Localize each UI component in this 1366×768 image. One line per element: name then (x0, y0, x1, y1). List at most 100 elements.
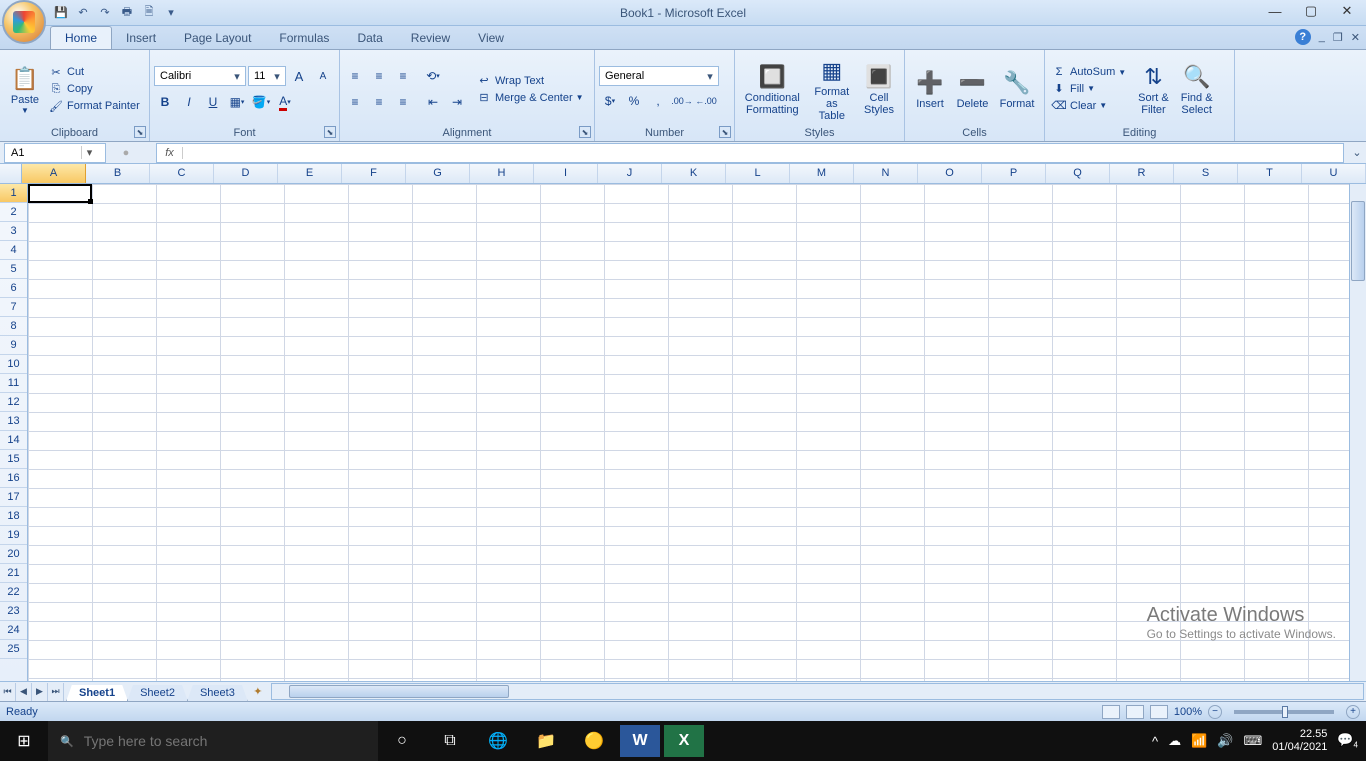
row-header-19[interactable]: 19 (0, 526, 27, 545)
fill-button[interactable]: ⬇Fill ▼ (1049, 81, 1128, 96)
row-header-14[interactable]: 14 (0, 431, 27, 450)
column-header-A[interactable]: A (22, 164, 86, 183)
column-header-I[interactable]: I (534, 164, 598, 183)
row-header-20[interactable]: 20 (0, 545, 27, 564)
column-header-N[interactable]: N (854, 164, 918, 183)
taskbar-search[interactable]: 🔍 (48, 721, 378, 761)
font-color-button[interactable]: A▾ (274, 91, 296, 113)
align-bottom-button[interactable]: ≡ (392, 65, 414, 87)
find-select-button[interactable]: 🔍Find & Select (1175, 60, 1219, 118)
save-icon[interactable]: 💾 (52, 4, 70, 22)
border-button[interactable]: ▦▾ (226, 91, 248, 113)
column-header-F[interactable]: F (342, 164, 406, 183)
zoom-slider[interactable] (1234, 710, 1334, 714)
shrink-font-button[interactable]: A (312, 65, 334, 87)
row-header-3[interactable]: 3 (0, 222, 27, 241)
row-header-16[interactable]: 16 (0, 469, 27, 488)
minimize-ribbon-icon[interactable]: _ (1319, 31, 1325, 43)
column-header-K[interactable]: K (662, 164, 726, 183)
column-header-D[interactable]: D (214, 164, 278, 183)
number-launcher-icon[interactable]: ⬊ (719, 126, 731, 138)
formula-input[interactable] (183, 147, 1343, 159)
tab-page-layout[interactable]: Page Layout (170, 27, 265, 49)
insert-cells-button[interactable]: ➕Insert (909, 66, 951, 112)
select-all-corner[interactable] (0, 164, 22, 183)
comma-button[interactable]: , (647, 90, 669, 112)
excel-icon[interactable]: X (664, 725, 704, 757)
row-header-25[interactable]: 25 (0, 640, 27, 659)
clipboard-launcher-icon[interactable]: ⬊ (134, 126, 146, 138)
tray-chevron-icon[interactable]: ^ (1152, 734, 1158, 749)
cortana-button[interactable]: ○ (378, 721, 426, 761)
zoom-level[interactable]: 100% (1174, 706, 1202, 718)
help-icon[interactable]: ? (1295, 29, 1311, 45)
row-header-10[interactable]: 10 (0, 355, 27, 374)
row-header-12[interactable]: 12 (0, 393, 27, 412)
merge-center-button[interactable]: ⊟Merge & Center ▼ (474, 90, 586, 105)
zoom-handle[interactable] (1282, 706, 1288, 718)
row-header-18[interactable]: 18 (0, 507, 27, 526)
taskbar-clock[interactable]: 22.55 01/04/2021 (1272, 728, 1327, 754)
font-launcher-icon[interactable]: ⬊ (324, 126, 336, 138)
row-header-8[interactable]: 8 (0, 317, 27, 336)
format-cells-button[interactable]: 🔧Format (994, 66, 1040, 112)
tab-view[interactable]: View (464, 27, 518, 49)
tab-insert[interactable]: Insert (112, 27, 170, 49)
font-size-combo[interactable]: 11▾ (248, 66, 286, 86)
column-header-H[interactable]: H (470, 164, 534, 183)
sort-filter-button[interactable]: ⇅Sort & Filter (1132, 60, 1175, 118)
edge-icon[interactable]: 🌐 (474, 721, 522, 761)
align-right-button[interactable]: ≡ (392, 91, 414, 113)
increase-decimal-button[interactable]: .00→ (671, 90, 693, 112)
paste-dropdown-icon[interactable]: ▼ (21, 106, 29, 115)
page-break-view-button[interactable] (1150, 705, 1168, 719)
wrap-text-button[interactable]: ↩Wrap Text (474, 73, 586, 88)
sheet-nav-first-icon[interactable]: ⏮ (0, 683, 16, 701)
fx-button[interactable]: fx (157, 147, 183, 159)
vertical-scrollbar[interactable] (1349, 184, 1366, 681)
row-header-1[interactable]: 1 (0, 184, 27, 203)
qat-customize-icon[interactable]: ▾ (162, 4, 180, 22)
active-cell[interactable] (28, 184, 92, 203)
row-header-24[interactable]: 24 (0, 621, 27, 640)
scroll-thumb[interactable] (1351, 201, 1365, 281)
column-header-Q[interactable]: Q (1046, 164, 1110, 183)
row-header-4[interactable]: 4 (0, 241, 27, 260)
clear-button[interactable]: ⌫Clear ▼ (1049, 98, 1128, 113)
horizontal-scrollbar[interactable] (271, 683, 1364, 700)
column-header-C[interactable]: C (150, 164, 214, 183)
zoom-out-button[interactable]: − (1208, 705, 1222, 719)
start-button[interactable]: ⊞ (0, 721, 48, 761)
autosum-button[interactable]: ΣAutoSum ▼ (1049, 65, 1128, 79)
paste-button[interactable]: 📋 Paste ▼ (4, 62, 46, 117)
zoom-in-button[interactable]: + (1346, 705, 1360, 719)
cell-styles-button[interactable]: 🔳Cell Styles (858, 60, 900, 118)
row-header-23[interactable]: 23 (0, 602, 27, 621)
format-painter-button[interactable]: 🖌Format Painter (46, 99, 142, 114)
page-layout-view-button[interactable] (1126, 705, 1144, 719)
accounting-format-button[interactable]: $▾ (599, 90, 621, 112)
format-as-table-button[interactable]: ▦Format as Table (806, 54, 858, 124)
name-box-input[interactable] (5, 147, 81, 159)
expand-formula-bar-icon[interactable]: ⌄ (1348, 146, 1366, 159)
office-button[interactable] (2, 0, 46, 44)
copy-button[interactable]: ⎘Copy (46, 82, 142, 97)
tab-data[interactable]: Data (343, 27, 396, 49)
delete-cells-button[interactable]: ➖Delete (951, 66, 994, 112)
sheet-nav-next-icon[interactable]: ▶ (32, 683, 48, 701)
maximize-button[interactable]: ▢ (1298, 2, 1324, 20)
column-header-R[interactable]: R (1110, 164, 1174, 183)
align-center-button[interactable]: ≡ (368, 91, 390, 113)
alignment-launcher-icon[interactable]: ⬊ (579, 126, 591, 138)
increase-indent-button[interactable]: ⇥ (446, 91, 468, 113)
close-workbook-icon[interactable]: ✕ (1351, 31, 1360, 44)
cut-button[interactable]: ✂Cut (46, 65, 142, 80)
word-icon[interactable]: W (620, 725, 660, 757)
name-box[interactable]: ▾ (4, 143, 106, 163)
row-header-2[interactable]: 2 (0, 203, 27, 222)
decrease-indent-button[interactable]: ⇤ (422, 91, 444, 113)
undo-icon[interactable]: ↶ (74, 4, 92, 22)
conditional-formatting-button[interactable]: 🔲Conditional Formatting (739, 60, 806, 118)
keyboard-icon[interactable]: ⌨ (1244, 733, 1263, 749)
volume-icon[interactable]: 🔊 (1217, 733, 1233, 749)
